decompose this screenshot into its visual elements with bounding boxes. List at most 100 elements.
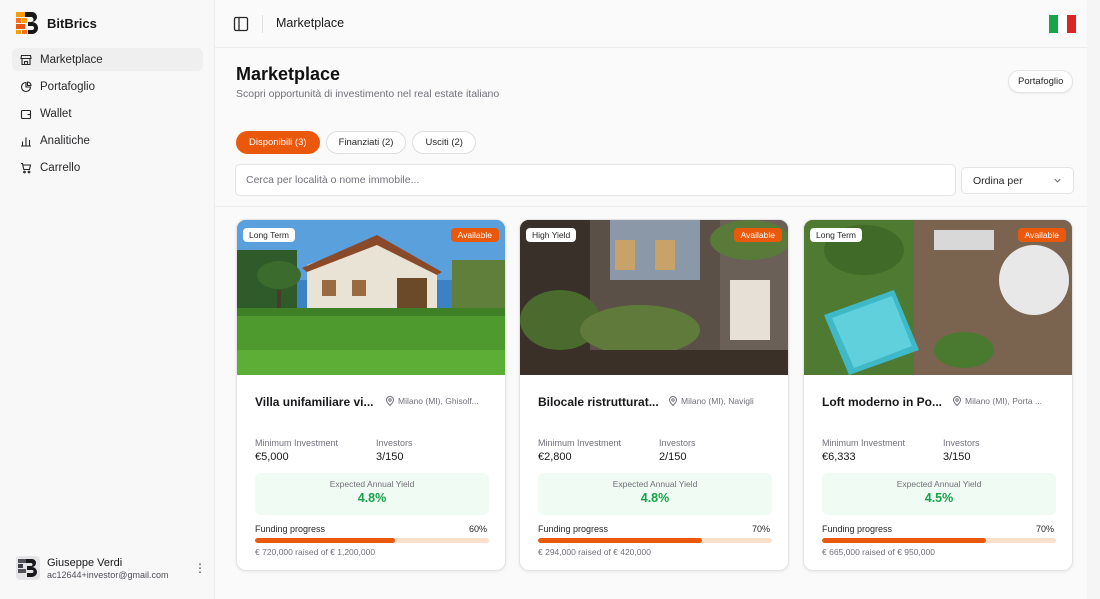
progress-bar <box>822 538 1056 543</box>
property-image <box>520 220 788 375</box>
page-subtitle: Scopri opportunità di investimento nel r… <box>236 88 500 100</box>
property-title: Loft moderno in Po... <box>822 395 942 409</box>
raised-text: € 665,000 raised of € 950,000 <box>822 547 935 557</box>
funding-progress-percent: 70% <box>1035 524 1054 534</box>
status-badge: Available <box>733 228 782 242</box>
tab-disponibili[interactable]: Disponibili (3) <box>236 131 320 154</box>
map-pin-icon <box>385 396 395 406</box>
header-title: Marketplace <box>276 16 345 30</box>
property-tag: Long Term <box>810 228 863 242</box>
sidebar-item-marketplace[interactable]: Marketplace <box>12 48 203 71</box>
map-pin-icon <box>952 396 962 406</box>
wallet-icon <box>20 109 32 119</box>
funding-progress-percent: 60% <box>468 524 487 534</box>
sidebar-item-label: Wallet <box>40 107 72 120</box>
italian-flag-icon[interactable] <box>1049 15 1076 33</box>
map-pin-icon <box>668 396 678 406</box>
investors-value: 3/150 <box>943 451 971 463</box>
more-vertical-icon[interactable]: ⋮ <box>194 561 206 575</box>
sidebar-item-label: Portafoglio <box>40 80 95 93</box>
brand[interactable]: BitBrics <box>16 11 97 35</box>
progress-bar <box>255 538 489 543</box>
status-badge: Available <box>450 228 499 242</box>
property-card[interactable]: High Yield Available Bilocale ristruttur… <box>519 219 789 571</box>
investors-label: Investors <box>376 438 413 448</box>
yield-value: 4.8% <box>357 491 387 505</box>
investors-label: Investors <box>659 438 696 448</box>
property-tag: Long Term <box>243 228 296 242</box>
progress-bar <box>538 538 772 543</box>
sidebar-item-analitiche[interactable]: Analitiche <box>12 129 203 152</box>
property-location: Milano (MI), Navigli <box>668 396 776 406</box>
investors-value: 2/150 <box>659 451 687 463</box>
user-profile[interactable]: Giuseppe Verdi ac12644+investor@gmail.co… <box>16 556 206 580</box>
sort-select[interactable]: Ordina per <box>961 167 1074 194</box>
sidebar-toggle-icon[interactable] <box>233 16 249 32</box>
yield-value: 4.8% <box>640 491 670 505</box>
avatar <box>16 556 40 580</box>
page-title: Marketplace <box>236 64 341 84</box>
brand-name: BitBrics <box>47 15 97 31</box>
tab-usciti[interactable]: Usciti (2) <box>412 131 476 154</box>
property-title: Bilocale ristrutturat... <box>538 395 659 409</box>
tab-finanziati[interactable]: Finanziati (2) <box>325 131 407 154</box>
header-divider <box>262 15 263 33</box>
status-tabs: Disponibili (3) Finanziati (2) Usciti (2… <box>236 131 476 154</box>
min-investment-label: Minimum Investment <box>538 438 622 448</box>
store-icon <box>20 54 32 65</box>
bar-chart-icon <box>21 137 31 147</box>
sidebar-nav: Marketplace Portafoglio Wallet Analitich… <box>12 48 203 183</box>
min-investment-value: €5,000 <box>255 451 289 463</box>
sidebar-item-label: Marketplace <box>40 53 103 66</box>
sidebar-item-label: Analitiche <box>40 134 90 147</box>
sidebar-item-carrello[interactable]: Carrello <box>12 156 203 179</box>
search-input[interactable] <box>235 164 956 196</box>
yield-box: Expected Annual Yield 4.5% <box>822 473 1056 515</box>
property-location: Milano (MI), Porta ... <box>952 396 1060 406</box>
property-card[interactable]: Long Term Available Villa unifamiliare v… <box>236 219 506 571</box>
user-text: Giuseppe Verdi ac12644+investor@gmail.co… <box>47 557 187 580</box>
funding-progress-percent: 70% <box>751 524 770 534</box>
property-title: Villa unifamiliare vi... <box>255 395 374 409</box>
yield-label: Expected Annual Yield <box>329 479 415 489</box>
sidebar-item-label: Carrello <box>40 161 81 174</box>
yield-label: Expected Annual Yield <box>896 479 982 489</box>
user-email: ac12644+investor@gmail.com <box>47 569 169 580</box>
property-image <box>237 220 505 375</box>
main-content: Marketplace Scopri opportunità di invest… <box>215 48 1100 599</box>
location-text: Milano (MI), Navigli <box>681 396 754 406</box>
raised-text: € 294,000 raised of € 420,000 <box>538 547 651 557</box>
pie-chart-icon <box>20 80 32 92</box>
min-investment-label: Minimum Investment <box>822 438 906 448</box>
funding-progress-label: Funding progress <box>538 524 609 534</box>
chevron-down-icon <box>1054 178 1061 183</box>
location-text: Milano (MI), Porta ... <box>965 396 1042 406</box>
user-name: Giuseppe Verdi <box>47 556 123 569</box>
investors-label: Investors <box>943 438 980 448</box>
property-location: Milano (MI), Ghisolf... <box>385 396 493 406</box>
progress-bar-fill <box>255 538 396 543</box>
funding-progress-label: Funding progress <box>255 524 326 534</box>
status-badge: Available <box>1017 228 1066 242</box>
yield-box: Expected Annual Yield 4.8% <box>255 473 489 515</box>
property-image <box>804 220 1072 375</box>
min-investment-value: €6,333 <box>822 451 856 463</box>
portafoglio-button[interactable]: Portafoglio <box>1008 70 1074 93</box>
scrollbar[interactable] <box>1087 0 1100 599</box>
property-tag: High Yield <box>526 228 577 242</box>
raised-text: € 720,000 raised of € 1,200,000 <box>255 547 376 557</box>
divider <box>215 206 1087 207</box>
funding-progress-label: Funding progress <box>822 524 893 534</box>
sidebar-item-wallet[interactable]: Wallet <box>12 102 203 125</box>
sidebar-item-portafoglio[interactable]: Portafoglio <box>12 75 203 98</box>
sort-label: Ordina per <box>973 174 1023 187</box>
sidebar: BitBrics Marketplace Portafoglio Wallet … <box>0 0 215 599</box>
yield-label: Expected Annual Yield <box>612 479 698 489</box>
yield-value: 4.5% <box>924 491 954 505</box>
bitbrics-logo-icon <box>16 12 38 34</box>
property-card[interactable]: Long Term Available Loft moderno in Po..… <box>803 219 1073 571</box>
progress-bar-fill <box>538 538 702 543</box>
cart-icon <box>21 162 32 173</box>
progress-bar-fill <box>822 538 986 543</box>
min-investment-label: Minimum Investment <box>255 438 339 448</box>
